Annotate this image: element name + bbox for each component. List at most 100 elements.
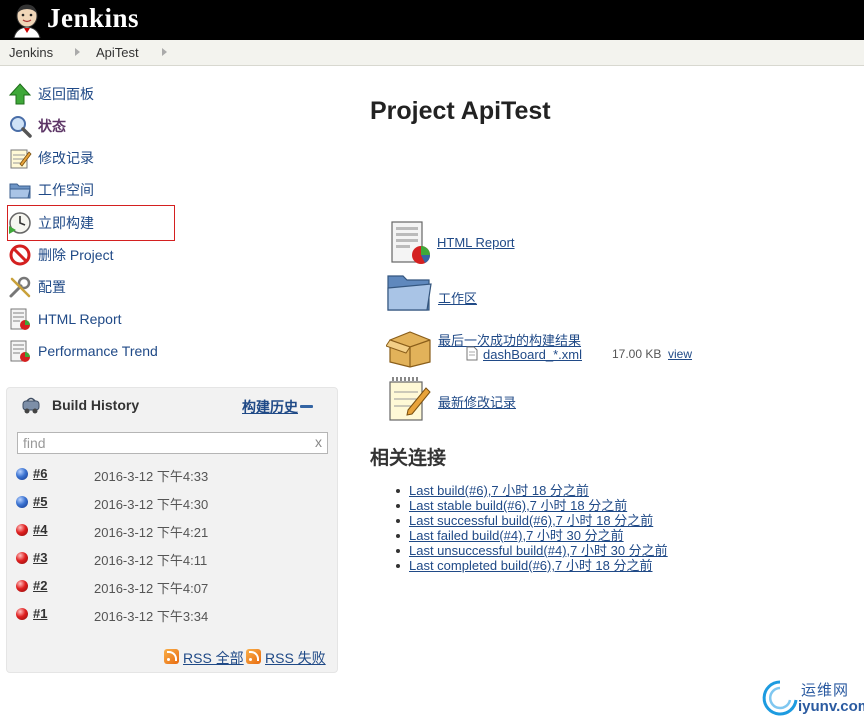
rss-icon[interactable]	[164, 649, 179, 664]
task-label: HTML Report	[38, 311, 122, 327]
status-ball-icon[interactable]	[16, 552, 28, 564]
build-row: #1 2016-3-12 下午3:34	[7, 600, 337, 628]
task-delete-project[interactable]: 删除 Project	[8, 242, 113, 268]
build-date: 2016-3-12 下午4:33	[94, 469, 209, 484]
workspace-link[interactable]: 工作区	[438, 288, 477, 307]
last-unsuccessful-build-link[interactable]: Last unsuccessful build(#4),7 小时 30 分之前	[409, 543, 668, 558]
task-label: 配置	[38, 279, 66, 295]
watermark-logo: 运维网 iyunv.com	[760, 676, 864, 722]
last-successful-build-link[interactable]: Last successful build(#6),7 小时 18 分之前	[409, 513, 653, 528]
related-links-list: Last build(#6),7 小时 18 分之前 Last stable b…	[396, 483, 668, 573]
task-label: 状态	[38, 118, 66, 134]
tools-icon	[9, 276, 31, 298]
page-title: Project ApiTest	[370, 97, 551, 125]
artifact-view-link[interactable]: view	[668, 347, 692, 361]
artifact-file-link[interactable]: dashBoard_*.xml	[483, 347, 582, 362]
related-links-heading: 相关连接	[370, 448, 447, 469]
list-item: Last successful build(#6),7 小时 18 分之前	[396, 513, 668, 528]
notepad-icon	[10, 149, 32, 169]
build-date: 2016-3-12 下午4:30	[94, 497, 209, 512]
list-item: Last failed build(#4),7 小时 30 分之前	[396, 528, 668, 543]
build-history-panel: Build History 构建历史 x #6 2016-3-12 下午4:33…	[6, 387, 338, 673]
status-ball-icon[interactable]	[16, 524, 28, 536]
report-icon	[10, 340, 30, 362]
task-configure[interactable]: 配置	[8, 274, 66, 300]
build-date: 2016-3-12 下午3:34	[94, 609, 209, 624]
build-number-link[interactable]: #6	[33, 466, 47, 481]
watermark-en: iyunv.com	[798, 698, 864, 715]
last-failed-build-link[interactable]: Last failed build(#4),7 小时 30 分之前	[409, 528, 624, 543]
task-changes[interactable]: 修改记录	[8, 145, 94, 171]
report-icon	[10, 308, 30, 330]
list-item: Last completed build(#6),7 小时 18 分之前	[396, 558, 668, 573]
top-header: Jenkins	[0, 0, 864, 40]
breadcrumb-apitest[interactable]: ApiTest	[96, 45, 139, 60]
build-search-input[interactable]	[18, 433, 308, 453]
build-number-link[interactable]: #5	[33, 494, 47, 509]
task-label: Performance Trend	[38, 343, 158, 359]
build-number-link[interactable]: #2	[33, 578, 47, 593]
html-report-icon[interactable]	[388, 220, 432, 266]
package-icon[interactable]	[386, 326, 434, 368]
rss-icon[interactable]	[246, 649, 261, 664]
build-row: #6 2016-3-12 下午4:33	[7, 460, 337, 488]
status-ball-icon[interactable]	[16, 580, 28, 592]
recent-changes-link[interactable]: 最新修改记录	[438, 392, 516, 411]
build-number-link[interactable]: #4	[33, 522, 47, 537]
build-number-link[interactable]: #3	[33, 550, 47, 565]
jenkins-butler-icon[interactable]	[10, 2, 44, 38]
file-icon	[466, 346, 478, 361]
status-ball-icon[interactable]	[16, 468, 28, 480]
magnifier-icon	[10, 116, 32, 138]
task-back-to-dashboard[interactable]: 返回面板	[8, 81, 94, 107]
build-history-trend-link[interactable]: 构建历史	[242, 397, 298, 417]
list-item: Last unsuccessful build(#4),7 小时 30 分之前	[396, 543, 668, 558]
html-report-link[interactable]: HTML Report	[437, 235, 515, 250]
build-search-box: x	[17, 432, 328, 454]
rss-links: RSS 全部 RSS 失败	[7, 646, 337, 668]
task-status[interactable]: 状态	[8, 113, 66, 139]
breadcrumb-arrow-icon[interactable]	[162, 48, 167, 56]
task-label: 工作空间	[38, 182, 94, 198]
status-ball-icon[interactable]	[16, 496, 28, 508]
breadcrumb-jenkins[interactable]: Jenkins	[9, 45, 53, 60]
collapse-icon[interactable]	[300, 405, 313, 408]
watermark-cn: 运维网	[801, 682, 850, 699]
task-workspace[interactable]: 工作空间	[8, 177, 94, 203]
last-build-link[interactable]: Last build(#6),7 小时 18 分之前	[409, 483, 589, 498]
highlight-box	[7, 205, 175, 241]
task-performance-trend[interactable]: Performance Trend	[8, 338, 158, 364]
folder-icon	[9, 183, 31, 199]
build-row: #2 2016-3-12 下午4:07	[7, 572, 337, 600]
task-html-report[interactable]: HTML Report	[8, 306, 122, 332]
task-label: 删除 Project	[38, 247, 114, 263]
build-date: 2016-3-12 下午4:11	[94, 553, 208, 568]
notepad-icon[interactable]	[386, 376, 432, 422]
no-entry-icon	[9, 244, 31, 266]
status-ball-icon[interactable]	[16, 608, 28, 620]
build-row: #3 2016-3-12 下午4:11	[7, 544, 337, 572]
build-date: 2016-3-12 下午4:21	[94, 525, 209, 540]
rss-failed-link[interactable]: RSS 失败	[265, 648, 326, 668]
up-arrow-icon	[8, 83, 32, 105]
build-row: #4 2016-3-12 下午4:21	[7, 516, 337, 544]
task-label: 返回面板	[38, 86, 94, 102]
folder-icon[interactable]	[385, 270, 433, 314]
rss-all-link[interactable]: RSS 全部	[183, 648, 244, 668]
build-history-header: Build History 构建历史	[7, 388, 337, 422]
artifact-file-size: 17.00 KB	[612, 347, 662, 361]
last-completed-build-link[interactable]: Last completed build(#6),7 小时 18 分之前	[409, 558, 653, 573]
list-item: Last stable build(#6),7 小时 18 分之前	[396, 498, 668, 513]
task-label: 修改记录	[38, 150, 94, 166]
last-stable-build-link[interactable]: Last stable build(#6),7 小时 18 分之前	[409, 498, 627, 513]
watermark-swirl-icon	[762, 680, 798, 716]
breadcrumb: Jenkins ApiTest	[0, 40, 864, 66]
list-item: Last build(#6),7 小时 18 分之前	[396, 483, 668, 498]
build-number-link[interactable]: #1	[33, 606, 47, 621]
clear-search-icon[interactable]: x	[315, 434, 322, 450]
build-history-title: Build History	[52, 397, 140, 413]
jenkins-brand[interactable]: Jenkins	[47, 1, 139, 35]
build-date: 2016-3-12 下午4:07	[94, 581, 209, 596]
breadcrumb-arrow-icon[interactable]	[75, 48, 80, 56]
build-row: #5 2016-3-12 下午4:30	[7, 488, 337, 516]
